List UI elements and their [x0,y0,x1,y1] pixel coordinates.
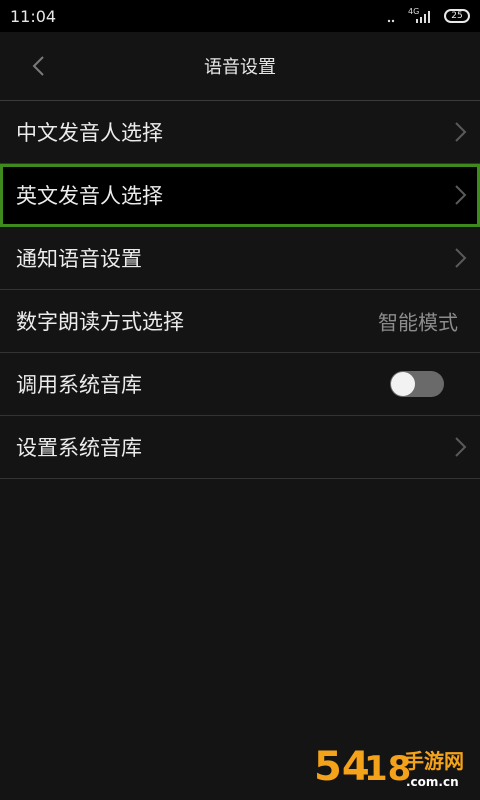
notification-voice-settings-row[interactable]: 通知语音设置 [0,227,480,290]
watermark-logo: 54 18 手游网 .com.cn [314,744,464,790]
status-icons: 4G 25 [386,7,470,23]
chevron-right-icon [455,437,467,457]
use-system-voice-library-toggle[interactable] [390,371,444,397]
english-voice-select-row[interactable]: 英文发音人选择 [0,164,480,227]
chinese-voice-select-row[interactable]: 中文发音人选择 [0,101,480,164]
notification-dots-icon [386,9,402,23]
signal-icon: 4G [408,7,430,23]
row-label: 设置系统音库 [16,436,142,460]
settings-list: 中文发音人选择 英文发音人选择 通知语音设置 数字朗读方式选择 智能模式 调用系… [0,100,480,479]
svg-text:.com.cn: .com.cn [406,775,459,789]
battery-icon: 25 [444,9,470,23]
header: 语音设置 [0,32,480,100]
use-system-voice-library-row: 调用系统音库 [0,353,480,416]
status-time: 11:04 [10,6,57,26]
row-label: 通知语音设置 [16,247,142,271]
chevron-right-icon [455,185,467,205]
status-bar: 11:04 4G 25 [0,0,480,32]
page-title: 语音设置 [204,57,276,78]
chevron-right-icon [455,248,467,268]
row-label: 数字朗读方式选择 [16,310,184,334]
row-label: 中文发音人选择 [16,121,163,145]
svg-text:手游网: 手游网 [404,749,464,773]
chevron-right-icon [455,122,467,142]
row-label: 英文发音人选择 [16,184,163,208]
toggle-knob [391,372,415,396]
row-label: 调用系统音库 [16,373,142,397]
battery-level: 25 [451,11,463,21]
number-reading-mode-row[interactable]: 数字朗读方式选择 智能模式 [0,290,480,353]
set-system-voice-library-row[interactable]: 设置系统音库 [0,416,480,479]
svg-text:54: 54 [314,744,370,790]
back-button[interactable] [22,50,54,82]
chevron-left-icon [32,56,44,76]
number-reading-mode-value: 智能模式 [378,310,458,335]
